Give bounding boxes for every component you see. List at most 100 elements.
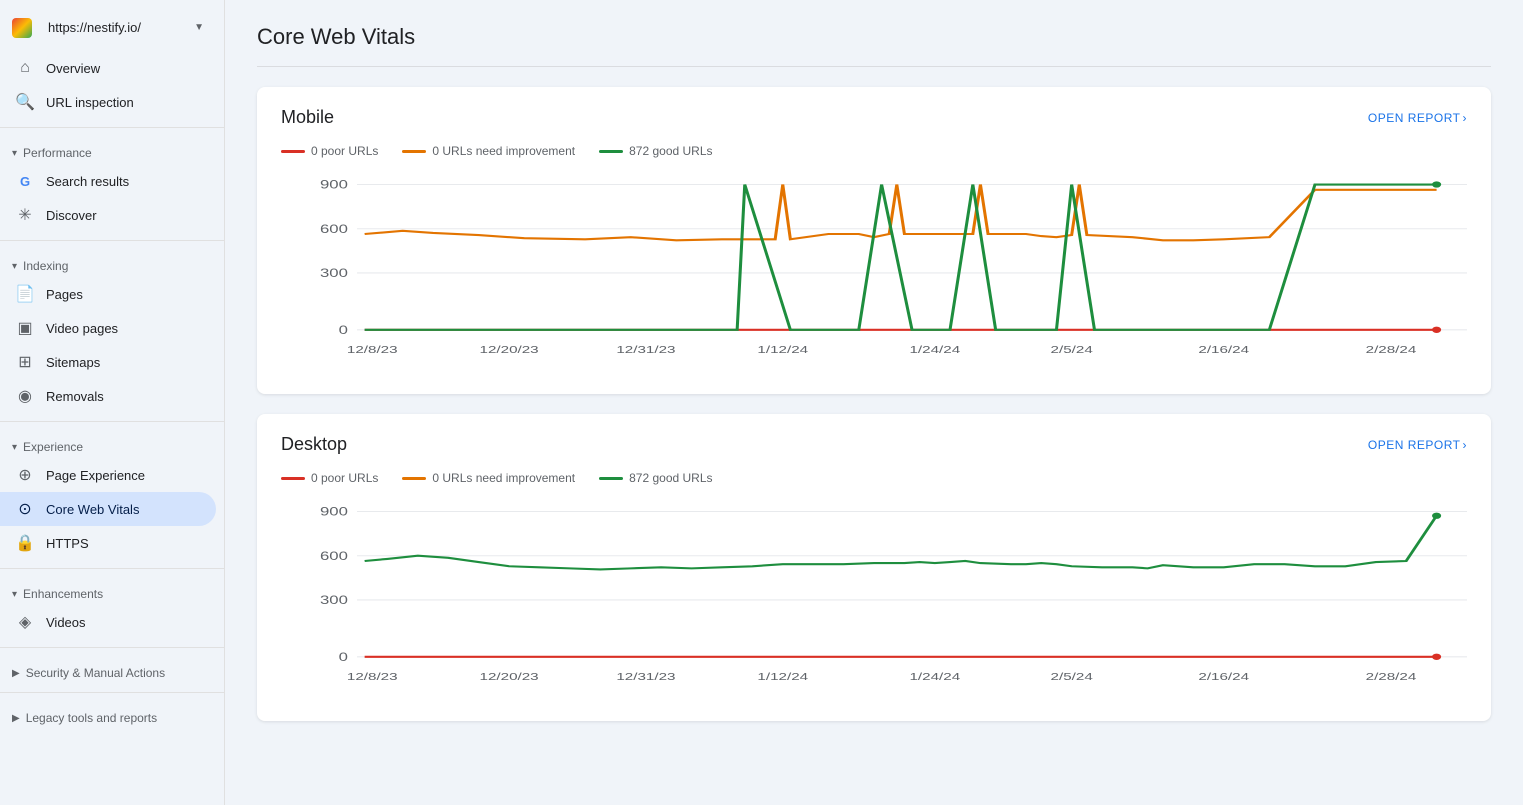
section-label: Indexing bbox=[23, 259, 68, 273]
logo-icon bbox=[12, 18, 32, 38]
legend-good: 872 good URLs bbox=[599, 144, 712, 158]
asterisk-icon: ✳ bbox=[16, 206, 34, 224]
sidebar-item-discover[interactable]: ✳ Discover bbox=[0, 198, 216, 232]
desktop-chart-card: Desktop OPEN REPORT › 0 poor URLs 0 URLs… bbox=[257, 414, 1491, 721]
svg-text:0: 0 bbox=[339, 324, 348, 337]
divider bbox=[0, 421, 224, 422]
section-label: Experience bbox=[23, 440, 83, 454]
desktop-chart-svg: 900 600 300 0 12/8/23 12/20/23 12/31/23 … bbox=[281, 501, 1467, 701]
open-report-label: OPEN REPORT bbox=[1368, 111, 1461, 125]
svg-text:300: 300 bbox=[320, 594, 348, 607]
sidebar-item-label: Sitemaps bbox=[46, 355, 100, 370]
home-icon: ⌂ bbox=[16, 59, 34, 77]
diamond-icon: ◈ bbox=[16, 613, 34, 631]
svg-text:12/8/23: 12/8/23 bbox=[347, 670, 398, 682]
legend-needs-improvement-label: 0 URLs need improvement bbox=[432, 144, 575, 158]
sidebar-item-label: Videos bbox=[46, 615, 86, 630]
sidebar-item-label: Video pages bbox=[46, 321, 118, 336]
svg-text:300: 300 bbox=[320, 267, 348, 280]
cwv-icon: ⊙ bbox=[16, 500, 34, 518]
legend-good-label: 872 good URLs bbox=[629, 144, 712, 158]
sidebar-item-video-pages[interactable]: ▣ Video pages bbox=[0, 311, 216, 345]
svg-text:600: 600 bbox=[320, 550, 348, 563]
svg-text:2/28/24: 2/28/24 bbox=[1366, 670, 1417, 682]
caret-icon: ▶ bbox=[12, 713, 20, 724]
section-header-security[interactable]: ▶ Security & Manual Actions bbox=[0, 656, 224, 684]
legend-needs-improvement: 0 URLs need improvement bbox=[402, 471, 575, 485]
divider bbox=[0, 240, 224, 241]
sidebar-item-label: HTTPS bbox=[46, 536, 89, 551]
svg-text:12/20/23: 12/20/23 bbox=[480, 343, 539, 355]
divider bbox=[0, 647, 224, 648]
svg-text:12/31/23: 12/31/23 bbox=[616, 670, 675, 682]
mobile-chart-header: Mobile OPEN REPORT › bbox=[281, 107, 1467, 128]
mobile-chart-area: 900 600 300 0 12/8/23 12/20/23 12/31/23 … bbox=[281, 174, 1467, 374]
svg-text:2/5/24: 2/5/24 bbox=[1051, 343, 1093, 355]
svg-text:2/16/24: 2/16/24 bbox=[1198, 343, 1249, 355]
sidebar-item-url-inspection[interactable]: 🔍 URL inspection bbox=[0, 85, 216, 119]
page-title: Core Web Vitals bbox=[257, 24, 1491, 67]
sidebar-item-pages[interactable]: 📄 Pages bbox=[0, 277, 216, 311]
star-circle-icon: ⊕ bbox=[16, 466, 34, 484]
legend-poor: 0 poor URLs bbox=[281, 144, 378, 158]
sidebar-item-label: Core Web Vitals bbox=[46, 502, 139, 517]
removals-icon: ◉ bbox=[16, 387, 34, 405]
desktop-open-report-link[interactable]: OPEN REPORT › bbox=[1368, 438, 1467, 452]
mobile-chart-title: Mobile bbox=[281, 107, 334, 128]
caret-icon: ▾ bbox=[12, 148, 17, 159]
sidebar-item-label: Search results bbox=[46, 174, 129, 189]
sitemap-icon: ⊞ bbox=[16, 353, 34, 371]
svg-text:1/12/24: 1/12/24 bbox=[757, 670, 808, 682]
section-header-experience[interactable]: ▾ Experience bbox=[0, 430, 224, 458]
sidebar-item-page-experience[interactable]: ⊕ Page Experience bbox=[0, 458, 216, 492]
sidebar-item-https[interactable]: 🔒 HTTPS bbox=[0, 526, 216, 560]
svg-text:1/24/24: 1/24/24 bbox=[909, 670, 960, 682]
chevron-right-icon: › bbox=[1463, 111, 1468, 125]
doc-icon: 📄 bbox=[16, 285, 34, 303]
svg-text:2/5/24: 2/5/24 bbox=[1051, 670, 1093, 682]
sidebar-item-overview[interactable]: ⌂ Overview bbox=[0, 51, 216, 85]
mobile-open-report-link[interactable]: OPEN REPORT › bbox=[1368, 111, 1467, 125]
sidebar-item-label: Overview bbox=[46, 61, 100, 76]
lock-icon: 🔒 bbox=[16, 534, 34, 552]
sidebar-item-videos[interactable]: ◈ Videos bbox=[0, 605, 216, 639]
site-selector-area[interactable]: https://nestify.io/ ▼ bbox=[0, 8, 224, 51]
legend-poor-label: 0 poor URLs bbox=[311, 471, 378, 485]
section-header-enhancements[interactable]: ▾ Enhancements bbox=[0, 577, 224, 605]
sidebar-item-label: Discover bbox=[46, 208, 97, 223]
site-selector-button[interactable]: https://nestify.io/ ▼ bbox=[40, 16, 212, 39]
sidebar-item-label: Page Experience bbox=[46, 468, 145, 483]
svg-text:1/12/24: 1/12/24 bbox=[757, 343, 808, 355]
google-icon: G bbox=[16, 172, 34, 190]
sidebar-item-search-results[interactable]: G Search results bbox=[0, 164, 216, 198]
legend-needs-improvement-label: 0 URLs need improvement bbox=[432, 471, 575, 485]
sidebar-item-removals[interactable]: ◉ Removals bbox=[0, 379, 216, 413]
video-icon: ▣ bbox=[16, 319, 34, 337]
section-header-indexing[interactable]: ▾ Indexing bbox=[0, 249, 224, 277]
desktop-chart-legend: 0 poor URLs 0 URLs need improvement 872 … bbox=[281, 471, 1467, 485]
sidebar-item-core-web-vitals[interactable]: ⊙ Core Web Vitals bbox=[0, 492, 216, 526]
legend-good-label: 872 good URLs bbox=[629, 471, 712, 485]
sidebar-item-label: Removals bbox=[46, 389, 104, 404]
mobile-chart-svg: 900 600 300 0 12/8/23 12/20/23 12/31/23 … bbox=[281, 174, 1467, 374]
sidebar-item-label: Pages bbox=[46, 287, 83, 302]
mobile-chart-card: Mobile OPEN REPORT › 0 poor URLs 0 URLs … bbox=[257, 87, 1491, 394]
section-label: Legacy tools and reports bbox=[26, 711, 157, 725]
svg-text:12/20/23: 12/20/23 bbox=[480, 670, 539, 682]
svg-text:1/24/24: 1/24/24 bbox=[909, 343, 960, 355]
legend-poor: 0 poor URLs bbox=[281, 471, 378, 485]
legend-poor-line bbox=[281, 477, 305, 480]
svg-text:900: 900 bbox=[320, 179, 348, 192]
desktop-chart-header: Desktop OPEN REPORT › bbox=[281, 434, 1467, 455]
legend-poor-line bbox=[281, 150, 305, 153]
sidebar-item-sitemaps[interactable]: ⊞ Sitemaps bbox=[0, 345, 216, 379]
legend-needs-improvement-line bbox=[402, 150, 426, 153]
svg-text:2/28/24: 2/28/24 bbox=[1366, 343, 1417, 355]
divider bbox=[0, 692, 224, 693]
section-header-legacy[interactable]: ▶ Legacy tools and reports bbox=[0, 701, 224, 729]
svg-text:900: 900 bbox=[320, 506, 348, 519]
caret-icon: ▾ bbox=[12, 589, 17, 600]
chevron-down-icon: ▼ bbox=[194, 22, 204, 33]
caret-icon: ▶ bbox=[12, 668, 20, 679]
section-header-performance[interactable]: ▾ Performance bbox=[0, 136, 224, 164]
